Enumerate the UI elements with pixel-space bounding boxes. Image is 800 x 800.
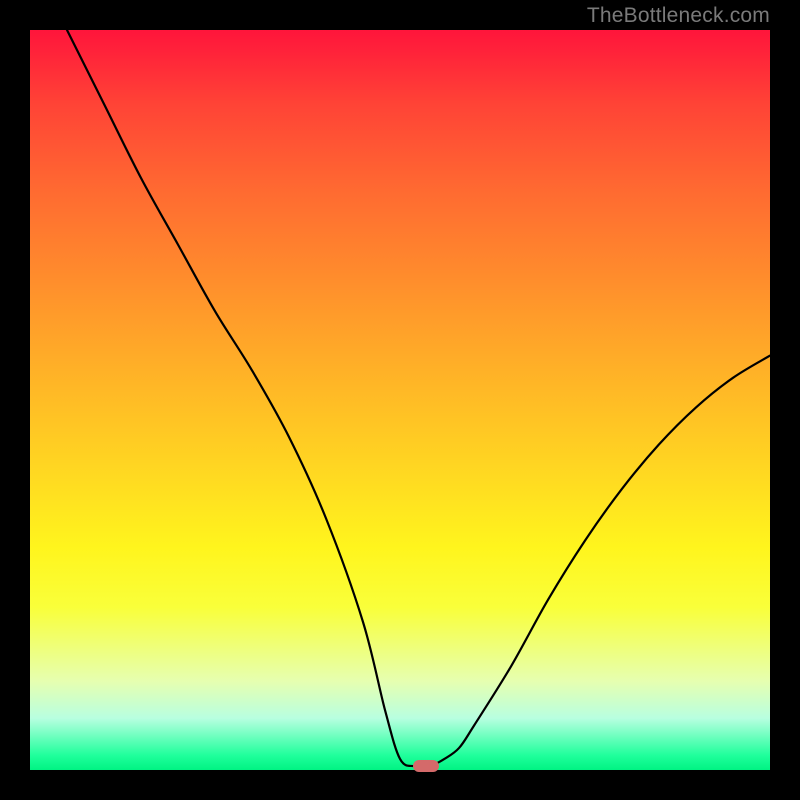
chart-container: TheBottleneck.com — [0, 0, 800, 800]
bottleneck-curve — [30, 30, 770, 770]
plot-area — [30, 30, 770, 770]
watermark-text: TheBottleneck.com — [587, 4, 770, 28]
optimal-point-marker — [413, 760, 439, 772]
